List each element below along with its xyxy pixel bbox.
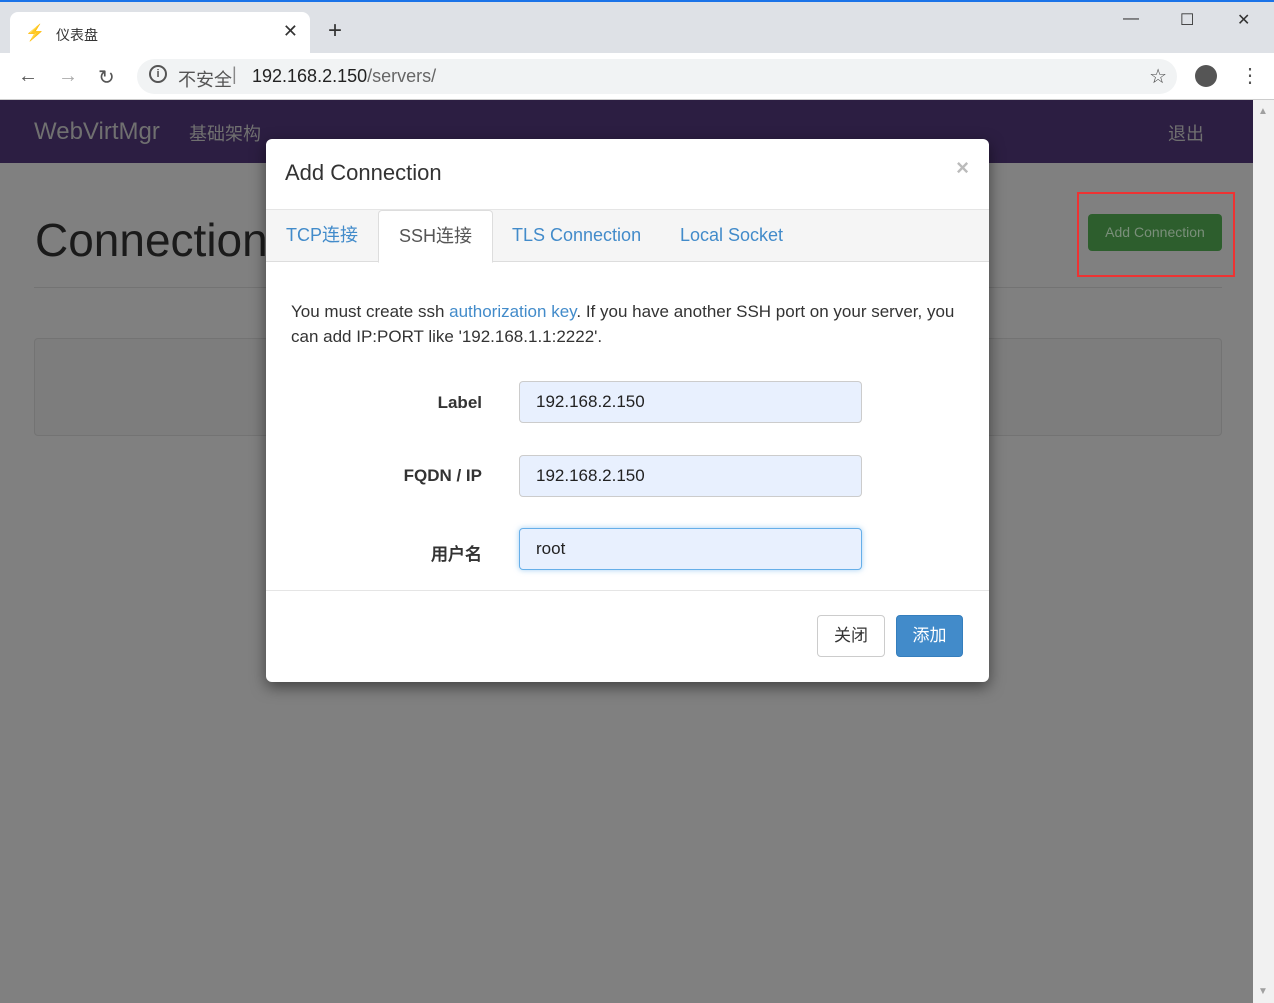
window-close-icon[interactable]: ✕ (1237, 10, 1250, 30)
browser-tab[interactable]: ⚡ 仪表盘 ✕ (10, 12, 310, 53)
url-path: /servers/ (367, 66, 437, 86)
page-title: Connections (35, 214, 291, 266)
scroll-up-icon[interactable]: ▲ (1258, 106, 1268, 117)
security-label: 不安全 (178, 70, 232, 90)
forward-icon[interactable]: → (58, 65, 78, 88)
close-tab-icon[interactable]: ✕ (283, 21, 298, 42)
add-button[interactable]: 添加 (896, 615, 963, 657)
maximize-icon[interactable]: ☐ (1180, 10, 1194, 30)
url-input[interactable]: i 不安全 | 192.168.2.150/servers/ ☆ (137, 59, 1177, 94)
nav-logout[interactable]: 退出 (1168, 120, 1204, 146)
label-input[interactable]: 192.168.2.150 (519, 381, 862, 423)
url-text: 192.168.2.150/servers/ (252, 66, 436, 87)
tab-local-socket[interactable]: Local Socket (660, 210, 803, 262)
back-icon[interactable]: ← (18, 65, 38, 88)
brand-link[interactable]: WebVirtMgr (34, 118, 160, 146)
bookmark-star-icon[interactable]: ☆ (1149, 64, 1167, 89)
account-icon[interactable] (1195, 65, 1217, 87)
username-input[interactable]: root (519, 528, 862, 570)
desc-text: You must create ssh (291, 302, 450, 321)
modal-footer-divider (266, 590, 989, 591)
connection-tabs: TCP连接 SSH连接 TLS Connection Local Socket (266, 209, 989, 263)
minimize-icon[interactable]: — (1123, 10, 1139, 28)
tab-tls[interactable]: TLS Connection (492, 210, 661, 262)
authorization-key-link[interactable]: authorization key (449, 302, 576, 321)
add-connection-modal: Add Connection × TCP连接 SSH连接 TLS Connect… (266, 139, 989, 682)
scroll-down-icon[interactable]: ▼ (1258, 986, 1268, 997)
info-icon[interactable]: i (149, 65, 167, 83)
new-tab-icon[interactable]: + (328, 17, 342, 45)
reload-icon[interactable]: ↻ (98, 65, 115, 90)
address-bar: ← → ↻ i 不安全 | 192.168.2.150/servers/ ☆ ⋮ (0, 53, 1274, 100)
tab-title: 仪表盘 (56, 27, 98, 43)
scrollbar[interactable]: ▲ ▼ (1253, 100, 1274, 1003)
add-connection-button[interactable]: Add Connection (1088, 214, 1222, 251)
tab-bar: ⚡ 仪表盘 ✕ + — ☐ ✕ (0, 2, 1274, 53)
fqdn-input[interactable]: 192.168.2.150 (519, 455, 862, 497)
label-field-label: Label (437, 393, 482, 412)
divider: | (232, 64, 237, 84)
favicon-icon: ⚡ (25, 25, 45, 42)
url-host: 192.168.2.150 (252, 66, 368, 86)
tab-tcp[interactable]: TCP连接 (266, 210, 378, 262)
ssh-description: You must create ssh authorization key. I… (291, 299, 971, 349)
close-icon[interactable]: × (956, 155, 969, 181)
nav-infrastructure[interactable]: 基础架构 (189, 120, 261, 146)
close-button[interactable]: 关闭 (817, 615, 885, 657)
username-field-label: 用户名 (431, 545, 482, 564)
tab-ssh[interactable]: SSH连接 (378, 210, 494, 263)
fqdn-field-label: FQDN / IP (403, 466, 482, 485)
modal-title: Add Connection (285, 160, 442, 185)
more-menu-icon[interactable]: ⋮ (1240, 63, 1260, 88)
